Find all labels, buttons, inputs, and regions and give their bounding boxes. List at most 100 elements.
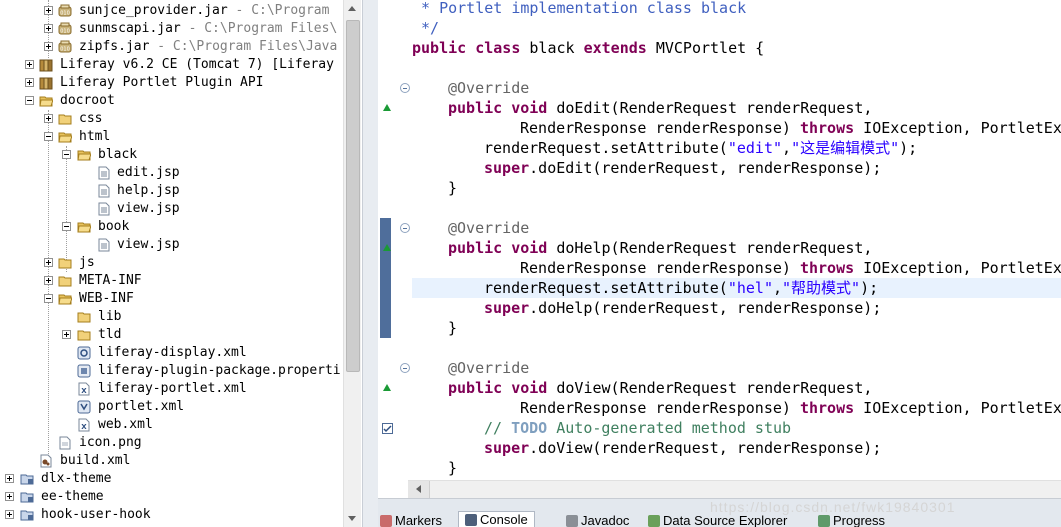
expand-icon[interactable] [5,510,14,519]
expand-icon[interactable] [5,492,14,501]
expand-icon[interactable] [44,258,53,267]
expand-icon[interactable] [25,60,34,69]
svg-text:010: 010 [60,11,70,17]
code-line: super.doEdit(renderRequest, renderRespon… [484,159,882,177]
tree-item-docroot[interactable]: docroot [0,92,343,110]
tree-item-liferay-runtime[interactable]: Liferay v6.2 CE (Tomcat 7) [Liferay [0,56,343,74]
tree-vertical-scrollbar[interactable] [343,0,361,527]
tree-item-lib[interactable]: lib [0,308,343,326]
data-source-icon [648,515,660,527]
tree-item-sunjce-provider-jar[interactable]: 010 sunjce_provider.jar - C:\Program [0,2,343,20]
pane-divider[interactable] [362,0,378,527]
scroll-left-icon[interactable] [408,481,430,498]
scroll-down-icon[interactable] [344,510,361,527]
tree-item-tld[interactable]: tld [0,326,343,344]
tree-item-ee-theme[interactable]: ee-theme [0,488,343,506]
scrollbar-thumb[interactable] [346,20,360,372]
project-icon [20,510,34,521]
xml-file-icon: X [78,382,90,396]
tree-item-web-xml[interactable]: X web.xml [0,416,343,434]
fold-toggle-icon[interactable] [400,83,410,93]
tree-item-book[interactable]: book [0,218,343,236]
folder-icon [58,276,72,287]
expand-icon[interactable] [25,78,34,87]
code-line: super.doHelp(renderRequest, renderRespon… [484,299,882,317]
tree-item-label: liferay-plugin-package.properti [98,363,341,378]
tree-item-label: dlx-theme [41,471,112,486]
folder-open-icon [58,132,72,143]
svg-text:010: 010 [60,47,70,53]
svg-text:X: X [81,387,87,395]
expand-icon[interactable] [44,6,53,15]
tree-item-portlet-xml[interactable]: portlet.xml [0,398,343,416]
fold-toggle-icon[interactable] [400,223,410,233]
jar-icon: 010 [58,22,72,35]
jsp-file-icon [98,166,110,180]
tree-item-edit-jsp[interactable]: edit.jsp [0,164,343,182]
tree-item-liferay-portlet-plugin-api[interactable]: Liferay Portlet Plugin API [0,74,343,92]
tree-item-dlx-theme[interactable]: dlx-theme [0,470,343,488]
tree-item-label: Liferay v6.2 CE (Tomcat 7) [Liferay [60,57,334,72]
markers-icon [380,515,392,527]
override-marker-icon[interactable] [383,384,391,391]
java-editor[interactable]: * Portlet implementation class black */ … [378,0,1061,498]
project-explorer-tree[interactable]: 010 sunjce_provider.jar - C:\Program 010… [0,0,362,527]
editor-ruler [378,0,412,480]
scroll-up-icon[interactable] [344,0,361,17]
tree-item-label: hook-user-hook [41,507,151,522]
tree-item-label: sunmscapi.jar - C:\Program Files\ [79,21,338,36]
tree-item-liferay-portlet-xml[interactable]: X liferay-portlet.xml [0,380,343,398]
tree-item-label: zipfs.jar - C:\Program Files\Java [79,39,338,54]
task-marker-icon[interactable] [382,423,393,434]
folder-icon [77,330,91,341]
svg-text:X: X [81,423,87,431]
change-range-bar [380,218,391,338]
folder-open-icon [77,222,91,233]
collapse-icon[interactable] [25,96,34,105]
tree-item-js[interactable]: js [0,254,343,272]
tree-item-html[interactable]: html [0,128,343,146]
tree-item-web-inf[interactable]: WEB-INF [0,290,343,308]
collapse-icon[interactable] [62,150,71,159]
tree-item-hook-user-hook[interactable]: hook-user-hook [0,506,343,524]
tree-item-meta-inf[interactable]: META-INF [0,272,343,290]
tree-item-help-jsp[interactable]: help.jsp [0,182,343,200]
tree-item-icon-png[interactable]: icon.png [0,434,343,452]
tab-console[interactable]: Console [458,511,535,527]
folder-icon [58,258,72,269]
tree-item-label: view.jsp [117,237,180,252]
tab-progress[interactable]: Progress [818,513,885,527]
tree-item-label: tld [98,327,122,342]
expand-icon[interactable] [44,24,53,33]
progress-icon [818,515,830,527]
tree-item-css[interactable]: css [0,110,343,128]
override-marker-icon[interactable] [383,244,391,251]
override-marker-icon[interactable] [383,104,391,111]
tree-item-book-view-jsp[interactable]: view.jsp [0,236,343,254]
tree-item-black[interactable]: black [0,146,343,164]
tree-item-zipfs-jar[interactable]: 010 zipfs.jar - C:\Program Files\Java [0,38,343,56]
fold-toggle-icon[interactable] [400,363,410,373]
expand-icon[interactable] [62,330,71,339]
tab-markers[interactable]: Markers [380,513,442,527]
tree-item-build-xml[interactable]: build.xml [0,452,343,470]
tree-item-liferay-display-xml[interactable]: liferay-display.xml [0,344,343,362]
code-line: } [448,319,458,337]
tree-item-view-jsp[interactable]: view.jsp [0,200,343,218]
tree-item-liferay-plugin-package-properties[interactable]: liferay-plugin-package.properti [0,362,343,380]
expand-icon[interactable] [44,114,53,123]
editor-horizontal-scrollbar[interactable] [408,480,1061,498]
plugin-package-icon [77,364,91,378]
tree-item-label: icon.png [79,435,142,450]
collapse-icon[interactable] [44,132,53,141]
collapse-icon[interactable] [44,294,53,303]
expand-icon[interactable] [5,474,14,483]
code-line: super.doView(renderRequest, renderRespon… [484,439,882,457]
expand-icon[interactable] [44,276,53,285]
expand-icon[interactable] [44,42,53,51]
tab-data-source-explorer[interactable]: Data Source Explorer [648,513,787,527]
tree-item-sunmscapi-jar[interactable]: 010 sunmscapi.jar - C:\Program Files\ [0,20,343,38]
code-line: public void doHelp(RenderRequest renderR… [448,239,873,257]
collapse-icon[interactable] [62,222,71,231]
tab-javadoc[interactable]: Javadoc [566,513,629,527]
